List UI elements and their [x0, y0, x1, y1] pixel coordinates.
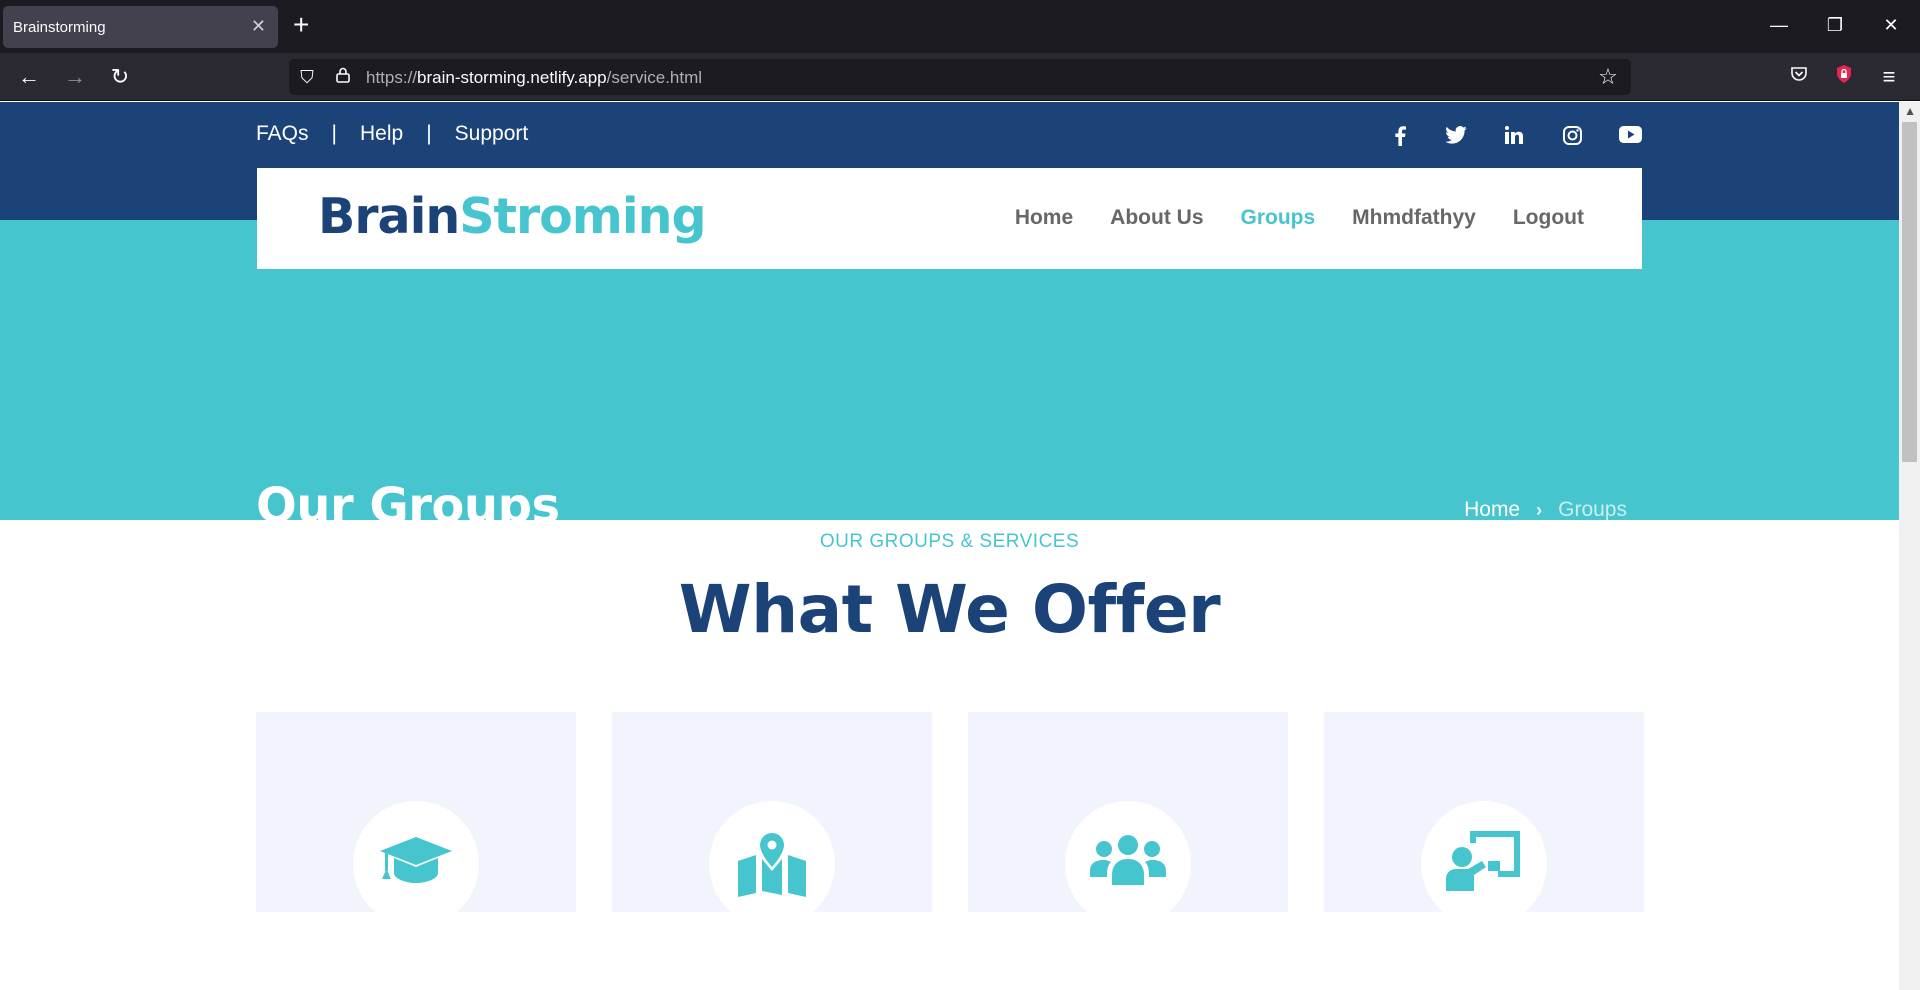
minimize-icon[interactable]: —	[1764, 12, 1794, 38]
new-tab-icon[interactable]: +	[293, 10, 309, 40]
service-card[interactable]	[1324, 712, 1644, 927]
section-title: What We Offer	[678, 571, 1221, 648]
service-card[interactable]	[968, 712, 1288, 927]
breadcrumb: Home › Groups	[1464, 498, 1627, 522]
page-title: Our Groups	[256, 478, 560, 534]
close-window-icon[interactable]: ✕	[1876, 12, 1906, 38]
top-links: FAQs | Help | Support	[256, 122, 528, 146]
restore-icon[interactable]: ❐	[1820, 12, 1850, 38]
card-icon-circle	[1065, 801, 1191, 927]
menu-hamburger-icon[interactable]: ≡	[1874, 63, 1904, 91]
browser-tab-bar: Brainstorming ✕ + — ❐ ✕	[0, 0, 1920, 53]
url-host: brain-storming.netlify.app	[417, 68, 607, 87]
menu-item-home[interactable]: Home	[1015, 206, 1073, 230]
service-card[interactable]	[256, 712, 576, 927]
url-path: /service.html	[606, 68, 703, 87]
support-link[interactable]: Support	[455, 122, 529, 146]
users-icon	[1090, 835, 1166, 885]
help-link[interactable]: Help	[360, 122, 403, 146]
breadcrumb-home-link[interactable]: Home	[1464, 498, 1520, 522]
url-bar[interactable]: ⛉ https://brain-storming.netlify.app/ser…	[289, 59, 1631, 95]
menu-item-about-us[interactable]: About Us	[1110, 206, 1203, 230]
breadcrumb-current: Groups	[1558, 498, 1627, 521]
logo-part-storming: Stroming	[459, 188, 706, 245]
main-header: BrainStroming Home About Us Groups Mhmdf…	[257, 168, 1642, 269]
site-logo[interactable]: BrainStroming	[318, 188, 707, 245]
lock-icon[interactable]	[331, 65, 355, 89]
web-page: FAQs | Help | Support Our Groups Home › …	[0, 102, 1899, 990]
forward-icon[interactable]: →	[60, 63, 90, 91]
instagram-icon[interactable]	[1557, 126, 1587, 151]
link-separator: |	[426, 122, 432, 145]
link-separator: |	[331, 122, 337, 145]
menu-item-logout[interactable]: Logout	[1513, 206, 1584, 230]
youtube-icon[interactable]	[1615, 126, 1645, 149]
chalkboard-teacher-icon	[1446, 831, 1520, 891]
pocket-icon[interactable]	[1784, 63, 1814, 91]
map-marker-icon	[738, 833, 806, 897]
main-menu: Home About Us Groups Mhmdfathyy Logout	[1015, 206, 1584, 230]
close-tab-icon[interactable]: ✕	[251, 16, 266, 36]
faqs-link[interactable]: FAQs	[256, 122, 309, 146]
scroll-up-arrow-icon[interactable]: ▲	[1904, 104, 1916, 118]
section-subtitle: OUR GROUPS & SERVICES	[819, 531, 1080, 552]
service-card[interactable]	[612, 712, 932, 927]
logo-part-brain: Brain	[318, 188, 460, 245]
scrollbar-thumb[interactable]	[1902, 122, 1917, 462]
twitter-icon[interactable]	[1441, 126, 1471, 150]
extension-icon[interactable]	[1829, 63, 1859, 91]
shield-icon[interactable]: ⛉	[295, 65, 319, 89]
card-icon-circle	[709, 801, 835, 927]
reload-icon[interactable]: ↻	[105, 63, 135, 91]
linkedin-icon[interactable]	[1499, 126, 1529, 150]
menu-item-user[interactable]: Mhmdfathyy	[1352, 206, 1476, 230]
browser-tab[interactable]: Brainstorming ✕	[3, 6, 278, 48]
url-text: https://brain-storming.netlify.app/servi…	[366, 68, 702, 88]
facebook-icon[interactable]	[1385, 126, 1415, 152]
back-icon[interactable]: ←	[14, 63, 44, 91]
card-icon-circle	[353, 801, 479, 927]
browser-toolbar: ← → ↻ ⛉ https://brain-storming.netlify.a…	[0, 53, 1920, 101]
chevron-right-icon: ›	[1536, 499, 1543, 520]
card-icon-circle	[1421, 801, 1547, 927]
url-scheme: https://	[366, 68, 418, 87]
menu-item-groups[interactable]: Groups	[1241, 206, 1316, 230]
tab-title: Brainstorming	[13, 18, 106, 36]
bookmark-star-icon[interactable]: ☆	[1596, 65, 1620, 89]
graduation-cap-icon	[380, 837, 452, 883]
